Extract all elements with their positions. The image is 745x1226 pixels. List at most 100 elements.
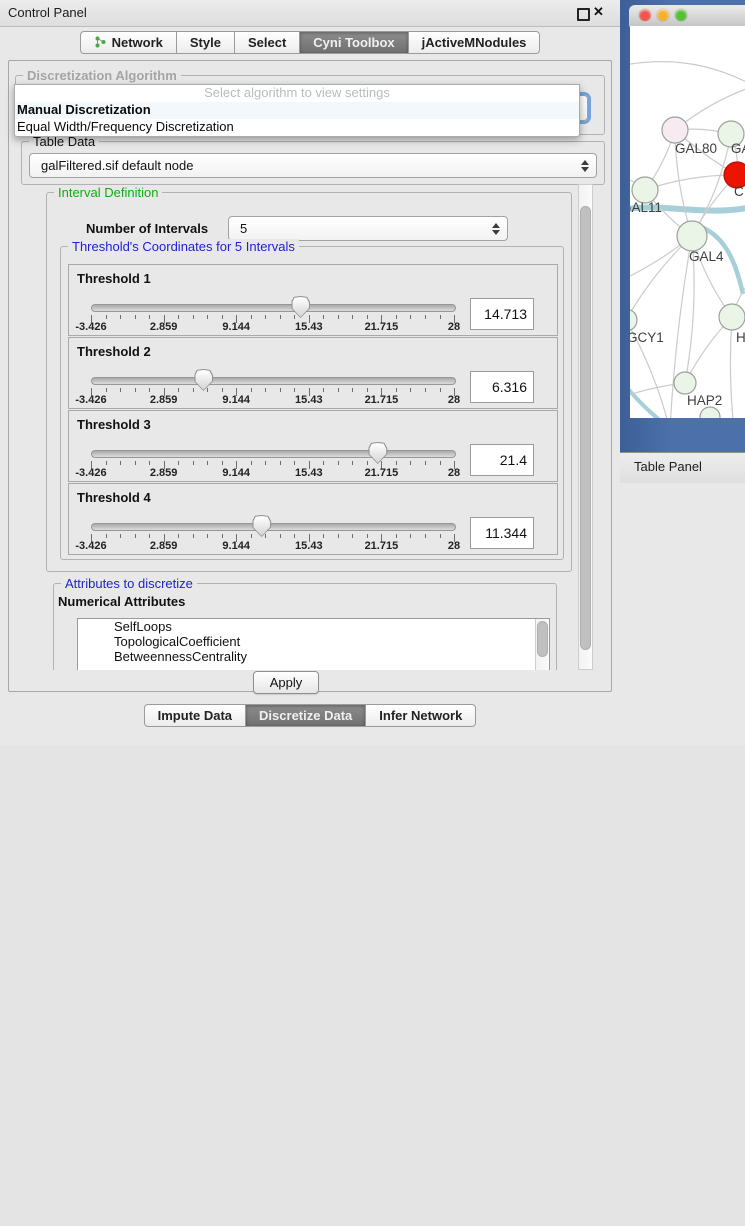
threshold-value-field[interactable]: 6.316 <box>470 371 534 403</box>
numerical-attributes-list[interactable]: SelfLoopsTopologicalCoefficientBetweenne… <box>77 618 550 670</box>
popup-option[interactable]: Manual Discretization <box>15 101 579 118</box>
network-node-gcy1[interactable] <box>630 309 637 331</box>
slider-tick <box>367 534 368 538</box>
attribute-list-item[interactable]: TopologicalCoefficient <box>78 634 549 649</box>
network-canvas[interactable]: GAL80GACGAL11GAL4GCY1HHAP2 <box>630 26 745 418</box>
panel-title: Control Panel <box>8 5 87 20</box>
slider-tick <box>294 534 295 538</box>
slider-tick <box>120 315 121 319</box>
slider-tick <box>410 461 411 465</box>
slider-track[interactable] <box>91 377 456 385</box>
slider-tick-label: 21.715 <box>365 540 399 552</box>
network-node-hap2[interactable] <box>674 372 696 394</box>
slider-tick-label: 9.144 <box>222 321 250 333</box>
tab-discretize-data[interactable]: Discretize Data <box>246 704 366 727</box>
network-edge[interactable] <box>645 175 737 190</box>
slider-tick-label: 2.859 <box>150 394 178 406</box>
control-panel-titlebar: Control Panel ✕ <box>0 0 620 27</box>
threshold-value-field[interactable]: 21.4 <box>470 444 534 476</box>
network-node[interactable] <box>700 407 720 418</box>
threshold-value-field[interactable]: 11.344 <box>470 517 534 549</box>
threshold-value-field[interactable]: 14.713 <box>470 298 534 330</box>
table-panel-title: Table Panel <box>634 459 702 474</box>
slider-tick <box>410 534 411 538</box>
slider-tick <box>280 461 281 465</box>
network-node-label: GA <box>731 141 745 156</box>
network-window-titlebar[interactable] <box>629 5 745 27</box>
network-edge[interactable] <box>630 236 692 320</box>
slider-tick <box>149 461 150 465</box>
attribute-list-item[interactable]: SelfLoops <box>78 619 549 634</box>
slider-tick-label: 9.144 <box>222 394 250 406</box>
threshold-panel: Threshold 3-3.4262.8599.14415.4321.71528… <box>68 410 558 482</box>
algorithm-dropdown-popup: Select algorithm to view settings Manual… <box>14 84 580 137</box>
network-node-label: GAL11 <box>630 200 662 215</box>
slider-thumb[interactable] <box>194 369 213 391</box>
list-scrollbar[interactable] <box>535 619 549 670</box>
close-traffic-light-icon[interactable] <box>639 9 651 21</box>
tab-impute-data[interactable]: Impute Data <box>144 704 246 727</box>
network-node-gal80[interactable] <box>662 117 688 143</box>
slider-tick <box>135 388 136 392</box>
slider-tick <box>367 388 368 392</box>
network-edge[interactable] <box>630 62 745 86</box>
minimize-traffic-light-icon[interactable] <box>657 9 669 21</box>
slider-thumb[interactable] <box>368 442 387 464</box>
threshold-panel: Threshold 2-3.4262.8599.14415.4321.71528… <box>68 337 558 409</box>
slider-tick <box>178 388 179 392</box>
tab-network[interactable]: Network <box>80 31 177 54</box>
slider-tick <box>178 461 179 465</box>
slider-tick <box>178 315 179 319</box>
group-legend: Interval Definition <box>54 185 162 200</box>
slider-tick-label: 21.715 <box>365 321 399 333</box>
threshold-panel: Threshold 1-3.4262.8599.14415.4321.71528… <box>68 264 558 336</box>
slider-tick <box>251 315 252 319</box>
attribute-list-item[interactable]: BetweennessCentrality <box>78 649 549 664</box>
tab-label: Infer Network <box>379 708 462 723</box>
network-node-gal4[interactable] <box>677 221 707 251</box>
tab-cyni-toolbox[interactable]: Cyni Toolbox <box>300 31 408 54</box>
network-node-label: HAP2 <box>687 393 722 408</box>
slider-tick <box>178 534 179 538</box>
tab-style[interactable]: Style <box>177 31 235 54</box>
tab-jactivemnodules[interactable]: jActiveMNodules <box>409 31 541 54</box>
popup-option[interactable]: Equal Width/Frequency Discretization <box>15 118 579 135</box>
apply-button[interactable]: Apply <box>253 671 319 694</box>
slider-tick <box>294 461 295 465</box>
threshold-label: Threshold 3 <box>77 417 151 432</box>
tab-label: Style <box>190 35 221 50</box>
slider-tick <box>338 534 339 538</box>
network-edge[interactable] <box>730 317 734 418</box>
slider-tick-label: 15.43 <box>295 394 323 406</box>
settings-scrollbar[interactable] <box>578 184 593 670</box>
slider-track[interactable] <box>91 304 456 312</box>
slider-tick <box>338 461 339 465</box>
network-icon <box>94 36 107 48</box>
combobox-stepper-icon[interactable] <box>581 160 589 172</box>
table-data-group: Table Data galFiltered.sif default node <box>21 141 605 185</box>
network-node-h[interactable] <box>719 304 745 330</box>
table-panel-body: ⚙ ☑ ☑ shared... na YDL19...YDL1YDR27...Y… <box>620 483 745 745</box>
network-node-label: GAL4 <box>689 249 724 264</box>
slider-tick-label: -3.426 <box>75 394 106 406</box>
slider-thumb[interactable] <box>252 515 271 537</box>
slider-tick <box>106 534 107 538</box>
tab-infer-network[interactable]: Infer Network <box>366 704 476 727</box>
slider-tick <box>222 534 223 538</box>
slider-tick-label: 21.715 <box>365 467 399 479</box>
slider-thumb[interactable] <box>291 296 310 318</box>
bottom-tab-bar: Impute Data Discretize Data Infer Network <box>0 704 620 727</box>
close-icon[interactable]: ✕ <box>593 4 604 20</box>
tab-select[interactable]: Select <box>235 31 300 54</box>
table-data-combobox[interactable]: galFiltered.sif default node <box>29 153 597 178</box>
slider-tick <box>440 315 441 319</box>
slider-tick <box>265 315 266 319</box>
slider-track[interactable] <box>91 450 456 458</box>
slider-tick-label: 28 <box>448 540 460 552</box>
zoom-traffic-light-icon[interactable] <box>675 9 687 21</box>
slider-track[interactable] <box>91 523 456 531</box>
float-window-icon[interactable] <box>577 8 590 21</box>
tab-label: Discretize Data <box>259 708 352 723</box>
combobox-stepper-icon[interactable] <box>492 223 500 235</box>
num-intervals-combobox[interactable]: 5 <box>228 216 508 241</box>
